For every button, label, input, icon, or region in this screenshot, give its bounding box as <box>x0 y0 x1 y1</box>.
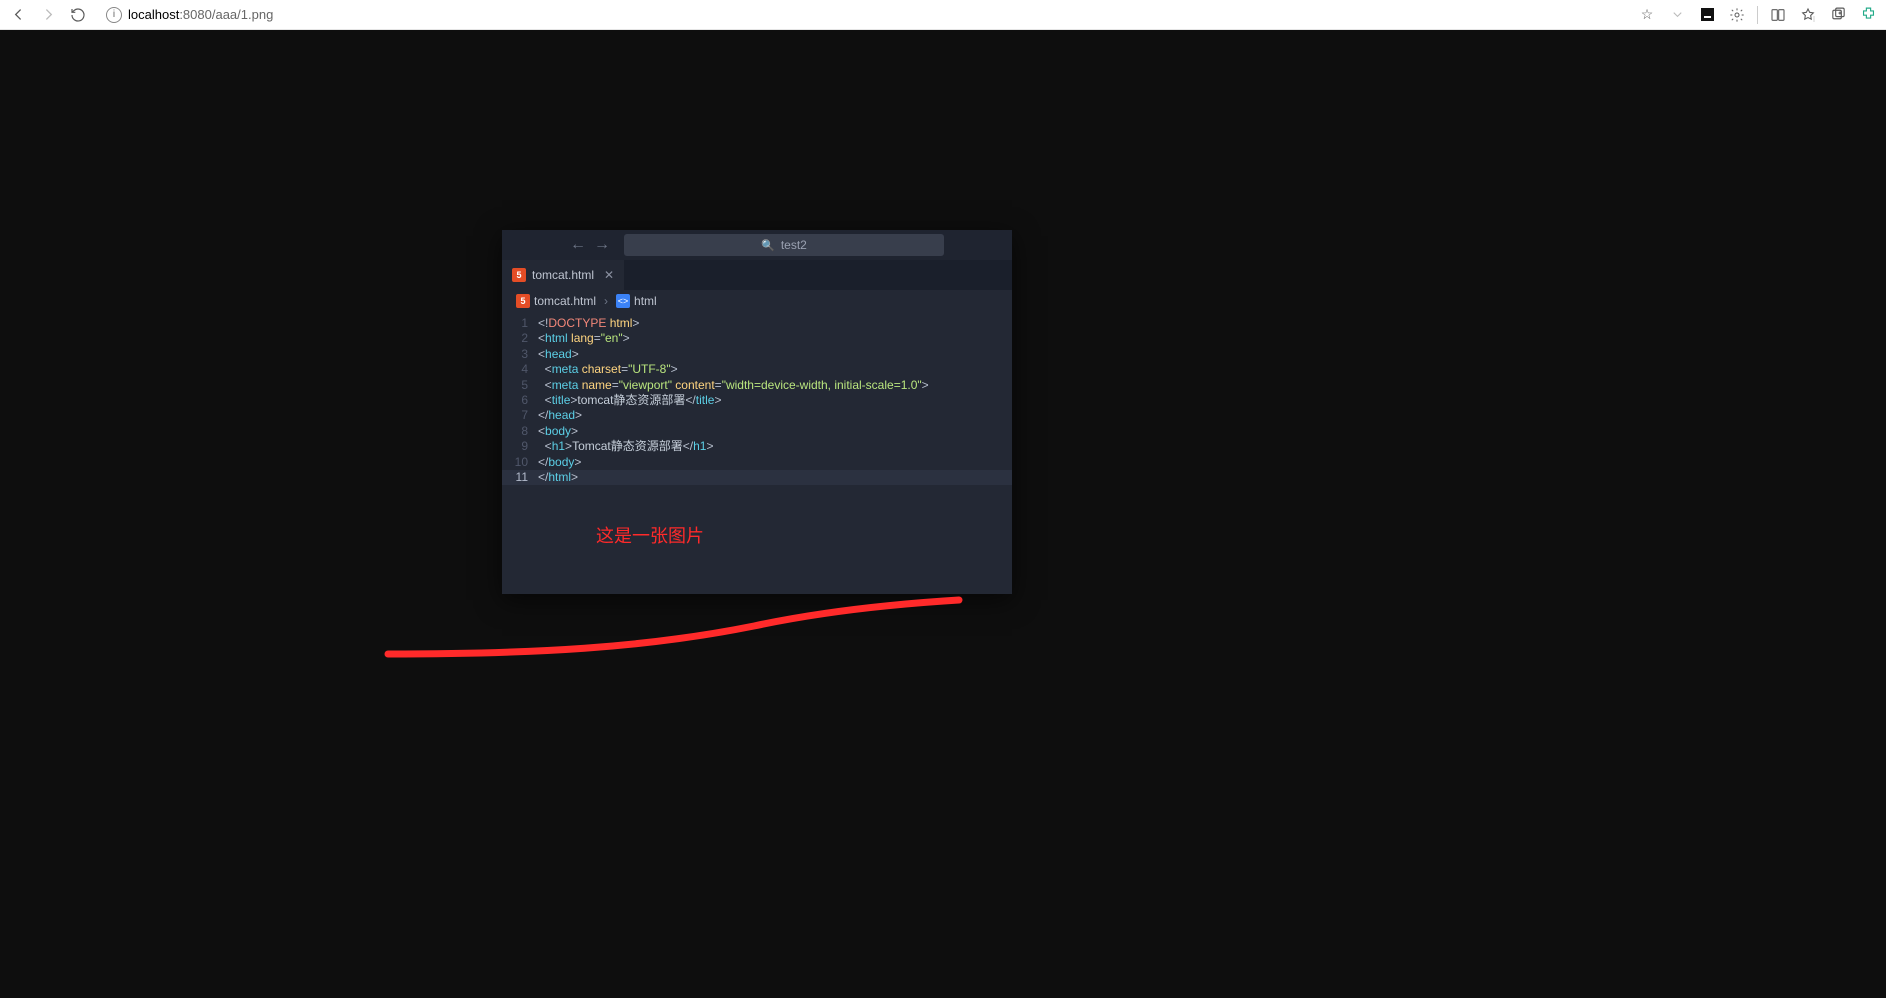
tab-tomcat-html[interactable]: 5 tomcat.html ✕ <box>502 260 624 290</box>
url-text: localhost:8080/aaa/1.png <box>128 7 273 22</box>
extensions-icon[interactable] <box>1858 5 1878 25</box>
nav-back-icon[interactable]: ← <box>570 236 586 254</box>
crumb-file[interactable]: tomcat.html <box>534 294 596 308</box>
search-text: test2 <box>781 238 807 252</box>
command-search[interactable]: 🔍 test2 <box>624 234 944 256</box>
search-icon: 🔍 <box>761 239 775 252</box>
chevron-down-icon[interactable] <box>1667 5 1687 25</box>
gear-icon[interactable] <box>1727 5 1747 25</box>
code-line[interactable]: 9 <h1>Tomcat静态资源部署</h1> <box>502 439 1012 454</box>
page-viewport: ← → 🔍 test2 5 tomcat.html ✕ 5 tomcat.htm… <box>0 30 1886 998</box>
reload-button[interactable] <box>68 5 88 25</box>
code-line[interactable]: 11</html> <box>502 470 1012 485</box>
toolbar-right: ☆ <box>1637 5 1878 25</box>
code-line[interactable]: 3<head> <box>502 347 1012 362</box>
html5-icon: 5 <box>516 294 530 308</box>
code-line[interactable]: 2<html lang="en"> <box>502 331 1012 346</box>
chevron-right-icon: › <box>604 294 608 308</box>
html5-icon: 5 <box>512 268 526 282</box>
code-line[interactable]: 8<body> <box>502 424 1012 439</box>
code-line[interactable]: 10</body> <box>502 455 1012 470</box>
site-info-icon[interactable]: i <box>106 7 122 23</box>
code-line[interactable]: 5 <meta name="viewport" content="width=d… <box>502 378 1012 393</box>
code-editor[interactable]: 1<!DOCTYPE html>2<html lang="en">3<head>… <box>502 312 1012 594</box>
address-bar[interactable]: i localhost:8080/aaa/1.png <box>98 3 1627 27</box>
panels-icon[interactable] <box>1768 5 1788 25</box>
toolbar-divider <box>1757 6 1758 24</box>
code-line[interactable]: 6 <title>tomcat静态资源部署</title> <box>502 393 1012 408</box>
close-tab-icon[interactable]: ✕ <box>604 268 614 282</box>
favorite-icon[interactable]: ☆ <box>1637 5 1657 25</box>
ext-square-icon[interactable] <box>1697 5 1717 25</box>
panel-nav: ← → <box>570 236 610 254</box>
tab-label: tomcat.html <box>532 268 594 282</box>
panel-titlebar: ← → 🔍 test2 <box>502 230 1012 260</box>
breadcrumb: 5 tomcat.html › <> html <box>502 290 1012 312</box>
nav-forward-icon[interactable]: → <box>594 236 610 254</box>
element-icon: <> <box>616 294 630 308</box>
collections-icon[interactable] <box>1828 5 1848 25</box>
crumb-node[interactable]: html <box>634 294 657 308</box>
code-editor-panel: ← → 🔍 test2 5 tomcat.html ✕ 5 tomcat.htm… <box>502 230 1012 594</box>
forward-button <box>38 5 58 25</box>
editor-tabbar: 5 tomcat.html ✕ <box>502 260 1012 290</box>
code-line[interactable]: 1<!DOCTYPE html> <box>502 316 1012 331</box>
code-line[interactable]: 7</head> <box>502 408 1012 423</box>
favorites-list-icon[interactable] <box>1798 5 1818 25</box>
annotation-text: 这是一张图片 <box>596 522 704 548</box>
code-line[interactable]: 4 <meta charset="UTF-8"> <box>502 362 1012 377</box>
back-button[interactable] <box>8 5 28 25</box>
browser-toolbar: i localhost:8080/aaa/1.png ☆ <box>0 0 1886 30</box>
